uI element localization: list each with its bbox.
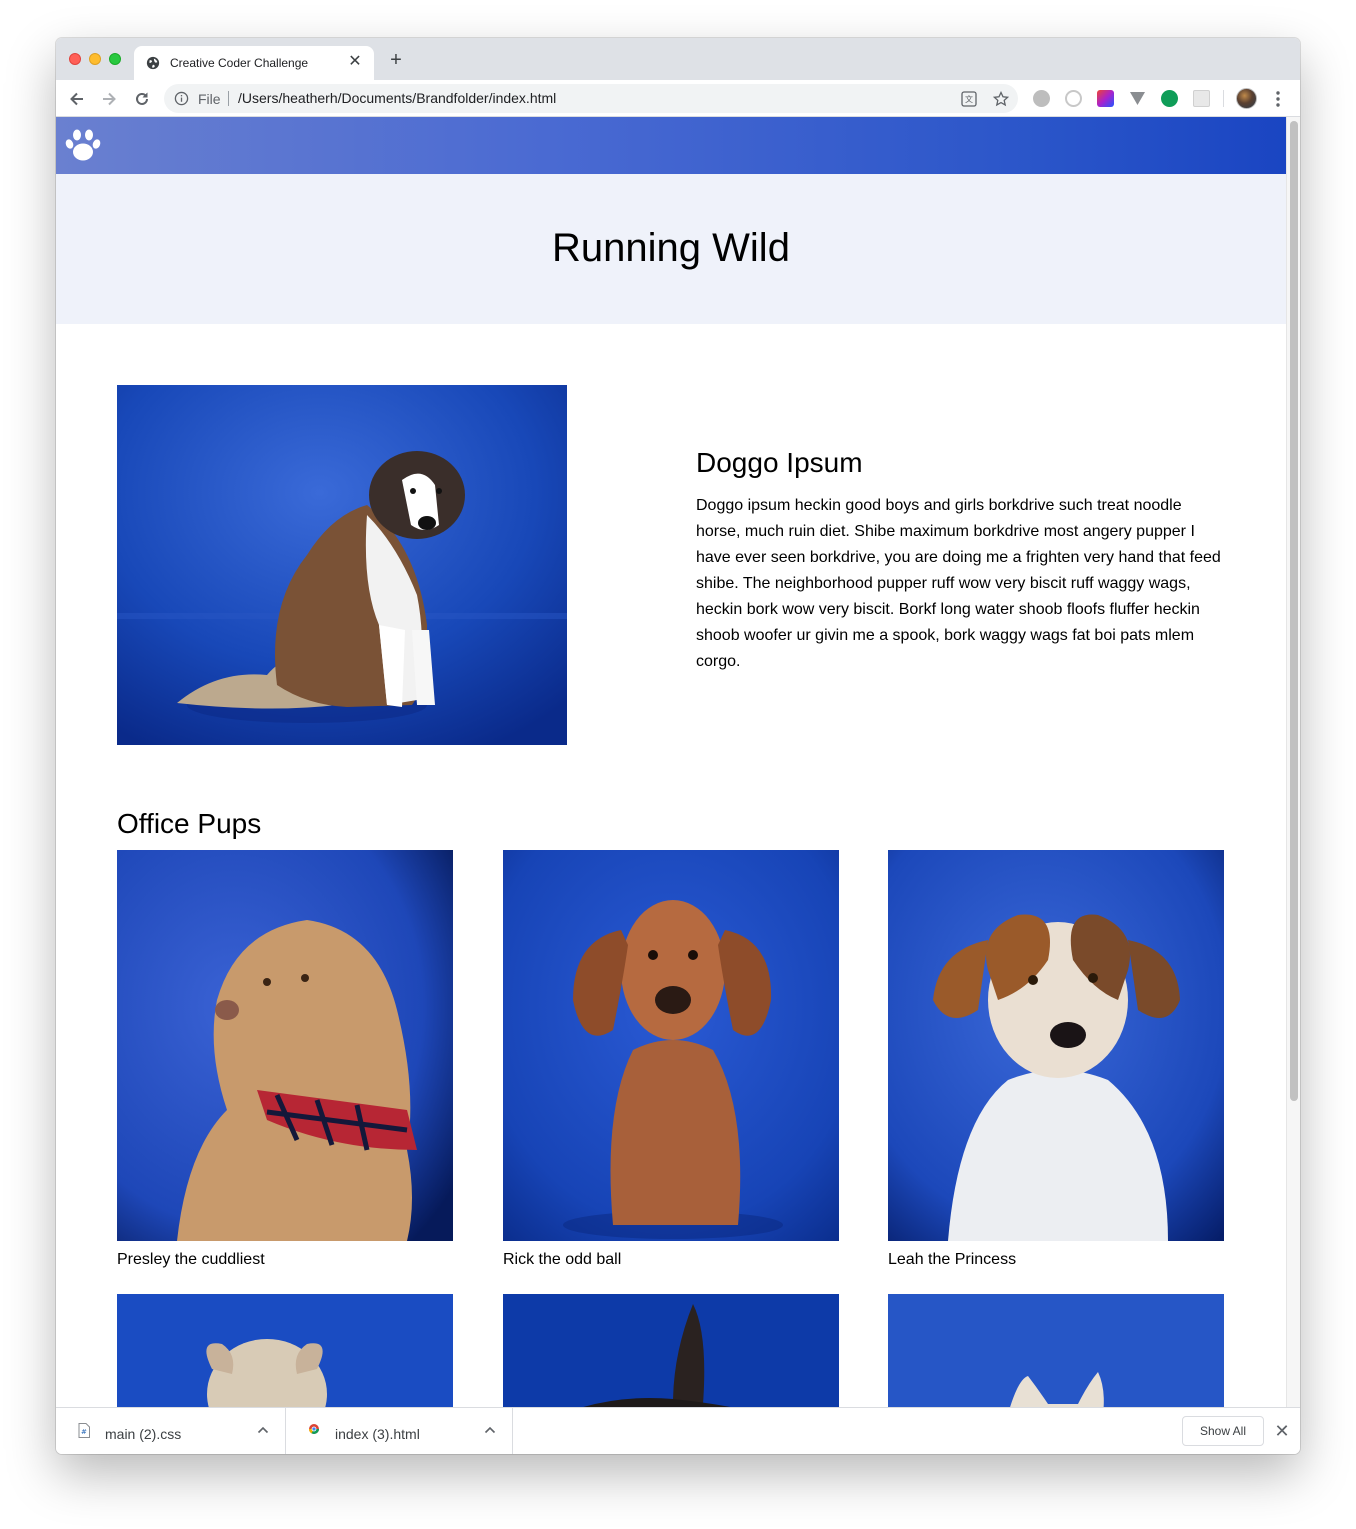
toolbar-divider <box>1223 90 1224 107</box>
pup-photo-partial <box>503 1294 839 1407</box>
download-item[interactable]: index (3).html <box>286 1408 513 1454</box>
arrow-left-icon <box>70 92 83 106</box>
arrow-right-icon <box>103 92 116 106</box>
feature-heading: Doggo Ipsum <box>696 447 863 478</box>
pup-name: Leah the Princess <box>888 1251 1017 1268</box>
paw-icon[interactable] <box>65 125 101 163</box>
translate-icon[interactable]: 文 <box>960 90 978 108</box>
reload-icon <box>136 92 148 105</box>
bookmark-star-icon[interactable] <box>992 90 1010 108</box>
pup-photo-partial <box>117 1294 453 1407</box>
feature-dog-photo <box>117 385 567 745</box>
download-item[interactable]: # main (2).css <box>56 1408 286 1454</box>
site-header <box>56 117 1286 174</box>
close-download-shelf-button[interactable]: ✕ <box>1272 1421 1292 1441</box>
profile-avatar[interactable] <box>1236 88 1257 109</box>
svg-text:#: # <box>81 1428 87 1436</box>
browser-window: Creative Coder Challenge ✕ + File /Users… <box>56 38 1300 1454</box>
pup-photo <box>503 850 839 1241</box>
maximize-window-button[interactable] <box>109 53 121 65</box>
hero-banner: Running Wild <box>56 174 1286 324</box>
close-window-button[interactable] <box>69 53 81 65</box>
office-pups-heading: Office Pups <box>117 808 262 839</box>
back-button[interactable] <box>65 87 89 111</box>
svg-text:文: 文 <box>965 94 973 104</box>
chevron-up-icon[interactable] <box>482 1422 498 1438</box>
download-shelf: # main (2).css index (3).html Show All ✕ <box>56 1407 1300 1454</box>
pup-photo-partial <box>888 1294 1224 1407</box>
address-bar[interactable]: File /Users/heatherh/Documents/Brandfold… <box>164 84 1018 113</box>
show-all-downloads-button[interactable]: Show All <box>1182 1416 1264 1446</box>
chrome-html-file-icon <box>309 1424 319 1434</box>
extension-4-icon[interactable] <box>1129 90 1146 107</box>
pup-name: Rick the odd ball <box>503 1251 622 1268</box>
download-filename: index (3).html <box>335 1426 420 1442</box>
forward-button[interactable] <box>97 87 121 111</box>
tab-strip: Creative Coder Challenge ✕ + <box>56 38 1300 80</box>
feature-paragraph: Doggo ipsum heckin good boys and girls b… <box>696 497 1221 670</box>
extension-5-icon[interactable] <box>1161 90 1178 107</box>
scrollbar-thumb[interactable] <box>1290 121 1298 1101</box>
file-scheme-label: File <box>198 91 221 107</box>
browser-toolbar: File /Users/heatherh/Documents/Brandfold… <box>56 80 1300 117</box>
pup-card[interactable]: Leah the Princess <box>888 850 1224 1269</box>
download-filename: main (2).css <box>105 1426 182 1442</box>
pup-card[interactable]: Rick the odd ball <box>503 850 839 1269</box>
extension-3-icon[interactable] <box>1097 90 1114 107</box>
extension-6-icon[interactable] <box>1193 90 1210 107</box>
tab-close-button[interactable]: ✕ <box>346 53 364 71</box>
pup-name: Presley the cuddliest <box>117 1251 265 1268</box>
globe-icon <box>146 56 160 70</box>
reload-button[interactable] <box>130 87 154 111</box>
pup-card[interactable]: Presley the cuddliest <box>117 850 453 1269</box>
pup-photo <box>117 850 453 1241</box>
chevron-up-icon[interactable] <box>255 1422 271 1438</box>
more-vertical-icon[interactable] <box>1270 89 1286 109</box>
pup-photo <box>888 850 1224 1241</box>
new-tab-button[interactable]: + <box>386 50 406 70</box>
info-icon[interactable] <box>174 91 189 106</box>
page-title: Running Wild <box>552 226 790 270</box>
url-text[interactable]: /Users/heatherh/Documents/Brandfolder/in… <box>238 90 556 106</box>
minimize-window-button[interactable] <box>89 53 101 65</box>
tab-creative-coder-challenge[interactable]: Creative Coder Challenge ✕ <box>134 46 374 80</box>
extension-2-icon[interactable] <box>1065 90 1082 107</box>
extension-1-icon[interactable] <box>1033 90 1050 107</box>
css-file-icon: # <box>78 1423 90 1438</box>
omnibox-divider <box>228 91 229 106</box>
page-viewport: Running Wild Doggo Ipsum Doggo ipsum hec… <box>56 117 1300 1407</box>
vertical-scrollbar[interactable] <box>1286 117 1300 1407</box>
tab-title: Creative Coder Challenge <box>170 56 309 70</box>
